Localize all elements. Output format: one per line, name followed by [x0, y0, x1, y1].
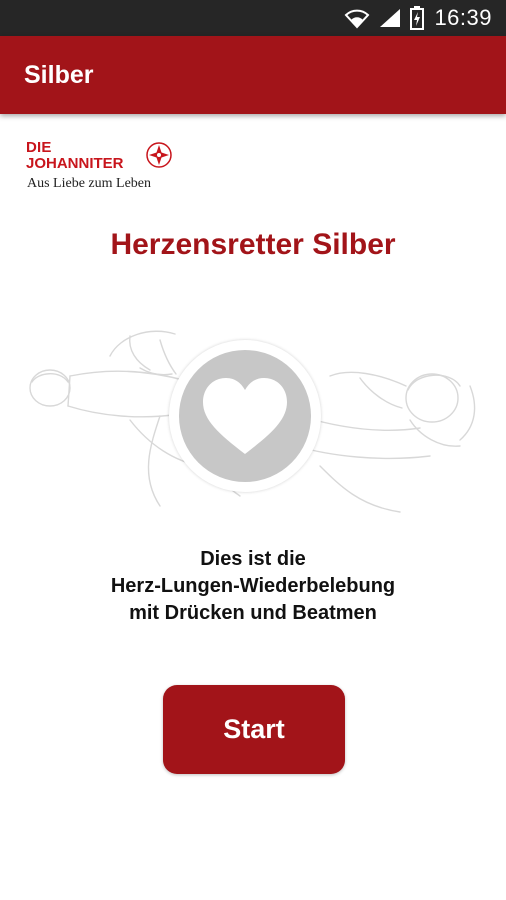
status-time: 16:39 — [434, 5, 492, 30]
start-button[interactable]: Start — [163, 685, 345, 774]
logo-tagline: Aus Liebe zum Leben — [27, 176, 152, 191]
logo-line1: DIE — [26, 139, 52, 156]
heart-badge — [169, 340, 321, 492]
description: Dies ist die Herz-Lungen-Wiederbelebung … — [0, 546, 506, 627]
wifi-icon — [344, 7, 370, 29]
page-title: Herzensretter Silber — [110, 228, 396, 261]
johanniter-cross-icon — [146, 142, 172, 168]
logo-line2: JOHANNITER — [26, 155, 124, 172]
app-bar: Silber — [0, 36, 506, 114]
battery-icon — [410, 6, 425, 30]
app-title: Silber — [24, 60, 94, 89]
heart-icon — [203, 378, 287, 454]
description-line-3: mit Drücken und Beatmen — [129, 602, 377, 624]
status-bar: 16:39 — [0, 0, 506, 36]
description-line-1: Dies ist die — [200, 548, 306, 570]
signal-icon — [378, 7, 402, 29]
heart-badge-inner — [179, 350, 311, 482]
description-line-2: Herz-Lungen-Wiederbelebung — [110, 575, 396, 597]
johanniter-logo: DIE JOHANNITER Aus Liebe zum Leben — [26, 140, 186, 198]
